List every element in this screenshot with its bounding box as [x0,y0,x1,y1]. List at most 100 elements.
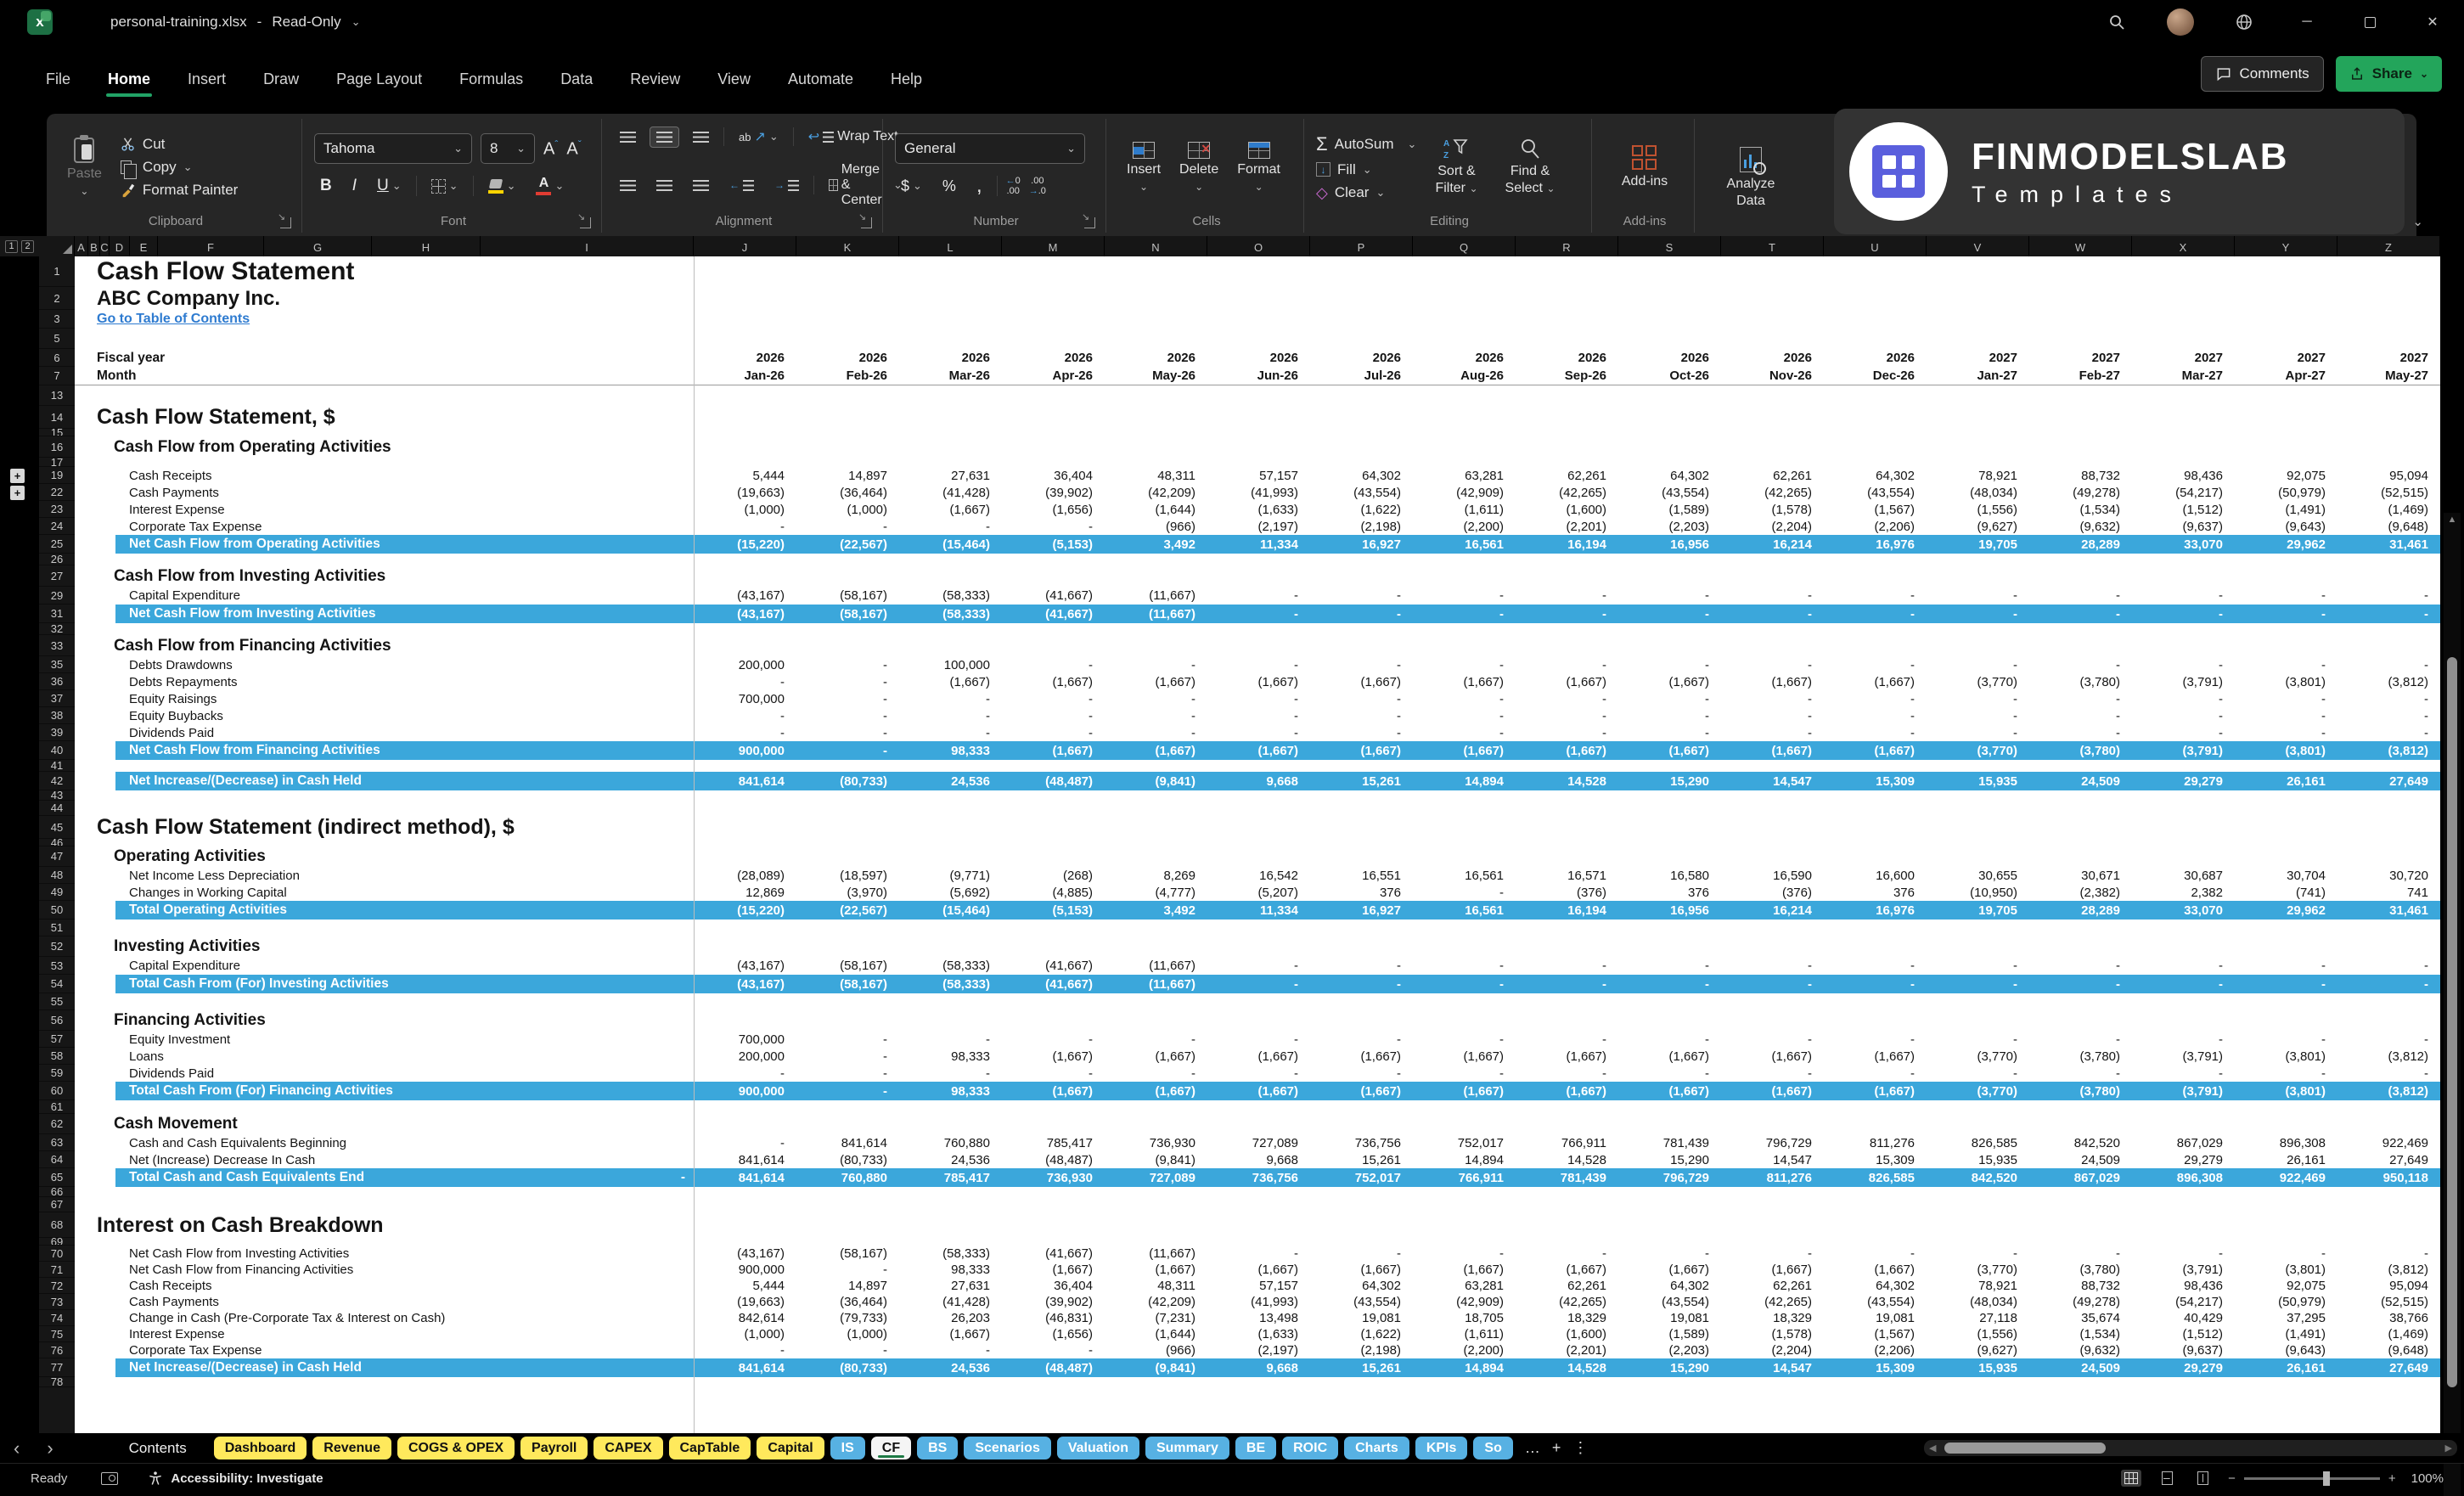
cell[interactable]: 3,492 [1105,537,1207,552]
cell[interactable]: 19,705 [1927,537,2029,552]
cell[interactable]: (1,578) [1721,503,1824,517]
cell[interactable]: (9,841) [1105,774,1207,789]
menu-tab-home[interactable]: Home [93,62,166,97]
cell[interactable]: - [1413,1246,1516,1261]
cell[interactable]: (1,667) [1105,1049,1207,1064]
cell[interactable]: 37,295 [2235,1311,2337,1325]
cell[interactable]: (43,554) [1618,486,1721,500]
cell[interactable]: 376 [1618,886,1721,900]
cell[interactable]: 19,081 [1824,1311,1927,1325]
cell[interactable]: (43,167) [694,977,796,992]
row-header-77[interactable]: 77 [39,1358,75,1377]
cell[interactable]: May-26 [1105,368,1207,383]
cell[interactable]: - [1618,588,1721,603]
cell[interactable]: 785,417 [1002,1136,1105,1150]
cell[interactable]: - [2337,607,2440,621]
cell[interactable]: - [2337,709,2440,723]
fill-button[interactable]: ↓Fill⌄ [1316,161,1416,178]
accessibility-status[interactable]: Accessibility: Investigate [171,1471,323,1486]
cell[interactable]: (2,200) [1413,520,1516,534]
zoom-in-button[interactable]: + [2388,1471,2396,1486]
cell[interactable]: (1,667) [899,503,1002,517]
row-label[interactable]: Cash Receipts [75,469,694,483]
cell[interactable]: (19,663) [694,1295,796,1309]
cell[interactable]: (50,979) [2235,1295,2337,1309]
cell[interactable]: (3,770) [1927,1263,2029,1277]
column-header-f[interactable]: F [158,236,264,256]
row-label[interactable]: Cash Flow from Investing Activities [75,567,694,586]
percent-style-button[interactable]: % [937,176,962,197]
cell[interactable]: - [2029,1246,2132,1261]
cell[interactable]: - [796,744,899,758]
cell[interactable]: (1,611) [1413,1327,1516,1341]
cell[interactable]: (1,622) [1310,503,1413,517]
cell[interactable]: 15,290 [1618,1153,1721,1167]
row-label[interactable]: Financing Activities [75,1011,694,1030]
sheet-tab-bs[interactable]: BS [917,1437,958,1459]
user-avatar[interactable] [2167,8,2194,36]
cell[interactable]: - [2132,709,2235,723]
cell[interactable]: (7,231) [1105,1311,1207,1325]
cell[interactable]: 36,404 [1002,1279,1105,1293]
cell[interactable]: 14,894 [1413,1153,1516,1167]
cell[interactable]: (9,841) [1105,1361,1207,1375]
cell[interactable]: 30,720 [2337,869,2440,883]
cell[interactable]: 2026 [1002,351,1105,365]
cell[interactable]: (1,491) [2235,503,2337,517]
cell[interactable]: - [1413,692,1516,706]
cell[interactable]: 88,732 [2029,1279,2132,1293]
cell[interactable]: (36,464) [796,486,899,500]
cell[interactable]: 15,261 [1310,1361,1413,1375]
cell[interactable]: 2026 [1207,351,1310,365]
cell[interactable]: 16,542 [1207,869,1310,883]
cell[interactable]: Apr-26 [1002,368,1105,383]
row-label[interactable]: Change in Cash (Pre-Corporate Tax & Inte… [75,1311,694,1325]
column-header-e[interactable]: E [130,236,158,256]
cell[interactable]: (19,663) [694,486,796,500]
sheet-tab-kpis[interactable]: KPIs [1415,1437,1468,1459]
cell[interactable]: 14,528 [1516,1361,1618,1375]
cell[interactable]: 57,157 [1207,1279,1310,1293]
cell[interactable]: 900,000 [694,1263,796,1277]
cell[interactable]: 64,302 [1310,469,1413,483]
row-label[interactable]: Cash Flow Statement, $ [75,405,694,430]
column-header-c[interactable]: C [100,236,110,256]
cell[interactable]: (9,632) [2029,1343,2132,1358]
cell[interactable]: - [2235,1032,2337,1047]
cell[interactable]: - [1721,959,1824,973]
row-header-27[interactable]: 27 [39,565,75,587]
cell[interactable]: (376) [1721,886,1824,900]
scroll-left-icon[interactable]: ◀ [1929,1443,1936,1454]
read-only-badge[interactable]: Read-Only [272,14,340,31]
cell[interactable]: May-27 [2337,368,2440,383]
cell[interactable]: (2,203) [1618,1343,1721,1358]
borders-button[interactable]: ⌄ [425,177,464,195]
cell[interactable]: (3,770) [1927,744,2029,758]
row-header-2[interactable]: 2 [39,287,75,310]
cell[interactable]: - [1824,692,1927,706]
cell[interactable]: 200,000 [694,1049,796,1064]
cell[interactable]: 2027 [2235,351,2337,365]
cell[interactable]: 38,766 [2337,1311,2440,1325]
cell[interactable]: 18,705 [1413,1311,1516,1325]
cell[interactable]: (3,801) [2235,675,2337,689]
cell[interactable]: (3,780) [2029,744,2132,758]
cell[interactable]: - [1927,658,2029,672]
cell[interactable]: - [2029,959,2132,973]
cell[interactable]: - [694,675,796,689]
row-header-6[interactable]: 6 [39,349,75,367]
cell[interactable]: - [1207,658,1310,672]
cell[interactable]: (1,667) [1413,744,1516,758]
row-header-14[interactable]: 14 [39,406,75,429]
menu-tab-draw[interactable]: Draw [248,62,314,97]
cell[interactable]: - [1002,709,1105,723]
row-header-75[interactable]: 75 [39,1326,75,1342]
cell[interactable]: 24,536 [899,1361,1002,1375]
cell[interactable]: (1,578) [1721,1327,1824,1341]
row-header-45[interactable]: 45 [39,816,75,839]
cell[interactable]: (43,554) [1310,1295,1413,1309]
cell[interactable]: (11,667) [1105,588,1207,603]
row-header-25[interactable]: 25 [39,535,75,554]
cell[interactable]: (43,554) [1618,1295,1721,1309]
row-header-71[interactable]: 71 [39,1262,75,1278]
